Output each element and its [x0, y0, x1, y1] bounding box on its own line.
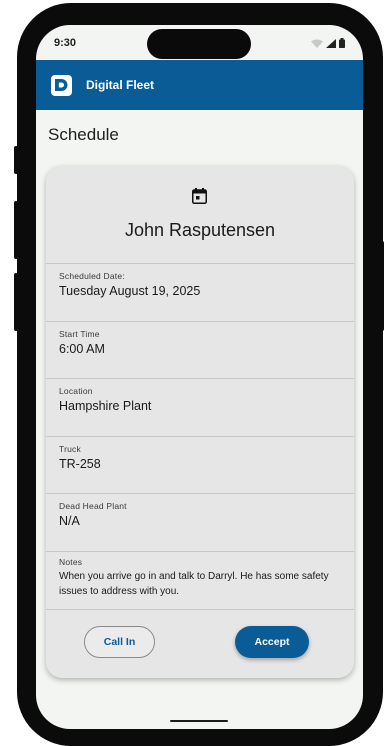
field-value: Hampshire Plant [59, 399, 152, 413]
home-indicator[interactable] [170, 720, 228, 722]
app-bar: Digital Fleet [36, 60, 363, 110]
field-location: Location Hampshire Plant [46, 378, 354, 436]
field-value: N/A [59, 514, 80, 528]
dynamic-island [147, 29, 251, 59]
field-truck: Truck TR-258 [46, 436, 354, 493]
field-value: 6:00 AM [59, 342, 105, 356]
accept-button[interactable]: Accept [235, 626, 309, 658]
field-value: Tuesday August 19, 2025 [59, 284, 201, 298]
mute-switch [14, 146, 18, 174]
divider [46, 609, 354, 610]
field-label: Scheduled Date: [59, 271, 125, 281]
calendar-icon [192, 188, 207, 204]
field-label: Notes [59, 557, 83, 567]
digital-fleet-logo-icon [51, 74, 72, 96]
schedule-card: John Rasputensen Scheduled Date: Tuesday… [46, 166, 354, 678]
status-time: 9:30 [54, 37, 77, 49]
field-label: Start Time [59, 329, 100, 339]
field-label: Dead Head Plant [59, 501, 127, 511]
app-title: Digital Fleet [86, 78, 155, 92]
signal-icon [326, 39, 336, 48]
field-notes: Notes When you arrive go in and talk to … [46, 551, 354, 609]
field-dead-head-plant: Dead Head Plant N/A [46, 493, 354, 551]
field-start-time: Start Time 6:00 AM [46, 321, 354, 378]
status-icons [311, 38, 345, 48]
status-bar: 9:30 [36, 25, 363, 60]
volume-up-button [14, 201, 18, 259]
call-in-button[interactable]: Call In [84, 626, 155, 658]
field-value: When you arrive go in and talk to Darryl… [59, 571, 329, 597]
field-value: TR-258 [59, 457, 101, 471]
field-scheduled-date: Scheduled Date: Tuesday August 19, 2025 [46, 263, 354, 321]
screen: 9:30 Digital Fleet Schedule John Raspute… [36, 25, 363, 729]
page-title: Schedule [48, 125, 119, 144]
power-button [380, 241, 384, 331]
battery-icon [339, 38, 345, 48]
field-label: Truck [59, 444, 81, 454]
wifi-icon [311, 39, 323, 48]
logo-d-icon [55, 79, 68, 91]
driver-name: John Rasputensen [124, 220, 276, 240]
volume-down-button [14, 273, 18, 331]
field-label: Location [59, 386, 93, 396]
